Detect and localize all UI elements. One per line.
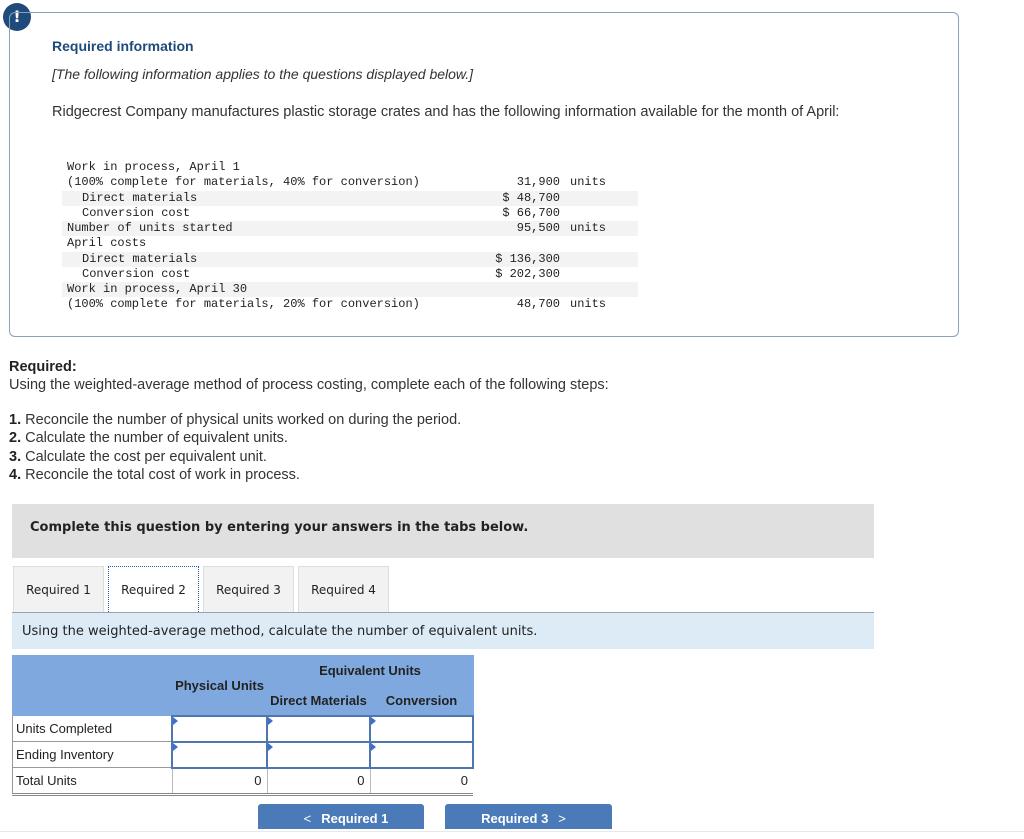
row-label: Units Completed <box>12 715 172 742</box>
tab-instruction: Using the weighted-average method, calcu… <box>12 613 874 649</box>
ledger-amount: 31,900 <box>516 175 560 190</box>
ledger-amount: $ 48,700 <box>502 190 560 205</box>
ledger-label: Direct materials <box>82 190 198 205</box>
ledger-amount: 95,500 <box>516 221 560 235</box>
input-marker-icon <box>173 742 178 751</box>
ledger-row: Conversion cost $ 202,300 <box>62 267 638 282</box>
footer-divider <box>0 831 1024 832</box>
step-item: 2. Calculate the number of equivalent un… <box>9 429 461 447</box>
ending-inventory-materials-input[interactable] <box>266 740 371 769</box>
required-text: Using the weighted-average method of pro… <box>9 377 609 393</box>
step-text: Calculate the number of equivalent units… <box>21 430 288 447</box>
next-button-label: Required 3 <box>481 811 549 826</box>
step-item: 4. Reconcile the total cost of work in p… <box>9 466 461 484</box>
required-heading: Required: <box>9 359 77 375</box>
ledger-amount: $ 202,300 <box>495 266 560 281</box>
table-row-total-units: Total Units 0 0 0 <box>12 766 473 796</box>
prev-required-1-button[interactable]: < Required 1 <box>258 804 424 829</box>
step-item: 1. Reconcile the number of physical unit… <box>9 411 461 429</box>
step-text: Calculate the cost per equivalent unit. <box>21 448 267 465</box>
ledger-label: April costs <box>67 236 147 251</box>
units-completed-conversion-field[interactable] <box>371 717 472 740</box>
equivalent-units-table: Physical Units Equivalent Units Direct M… <box>12 655 474 796</box>
ending-inventory-physical-field[interactable] <box>173 743 266 766</box>
tab-required-3[interactable]: Required 3 <box>203 566 294 612</box>
step-number: 3. <box>9 448 22 465</box>
ending-inventory-conversion-field[interactable] <box>371 743 472 766</box>
table-row-units-completed: Units Completed <box>12 714 474 743</box>
ledger-row: (100% complete for materials, 40% for co… <box>62 175 638 190</box>
ledger-row: April costs <box>62 236 638 251</box>
table-row-ending-inventory: Ending Inventory <box>12 740 474 769</box>
info-description: Ridgecrest Company manufactures plastic … <box>52 104 840 120</box>
info-subtitle: [The following information applies to th… <box>52 66 474 82</box>
total-conversion-value: 0 <box>369 766 473 796</box>
tab-required-4[interactable]: Required 4 <box>298 566 389 612</box>
input-marker-icon <box>371 716 376 725</box>
ledger-row: Direct materials $ 136,300 <box>62 251 638 267</box>
ledger-unit: units <box>570 175 607 190</box>
step-number: 4. <box>9 466 22 483</box>
instruction-text: Using the weighted-average method, calcu… <box>22 624 538 639</box>
chevron-right-icon: > <box>558 811 566 826</box>
ledger-label: Work in process, April 1 <box>67 160 240 174</box>
ledger-amount: $ 66,700 <box>502 205 560 220</box>
ledger-table: Work in process, April 1 (100% complete … <box>62 160 638 313</box>
ledger-label: Direct materials <box>82 251 198 266</box>
units-completed-physical-input[interactable] <box>171 714 268 743</box>
next-required-3-button[interactable]: Required 3 > <box>445 804 612 829</box>
ledger-row: Direct materials $ 48,700 <box>62 190 638 206</box>
step-number: 1. <box>9 412 22 428</box>
units-completed-conversion-input[interactable] <box>369 714 474 743</box>
total-materials-value: 0 <box>266 766 370 796</box>
ending-inventory-materials-field[interactable] <box>268 743 369 766</box>
units-completed-physical-field[interactable] <box>173 717 266 740</box>
header-physical-units: Physical Units <box>171 655 268 716</box>
ledger-row: Conversion cost $ 66,700 <box>62 206 638 221</box>
header-conversion: Conversion <box>369 685 474 716</box>
input-marker-icon <box>268 716 273 725</box>
ledger-label: Work in process, April 30 <box>67 282 248 296</box>
ledger-row: Number of units started 95,500 units <box>62 221 638 237</box>
ledger-row: Work in process, April 1 <box>62 160 638 175</box>
step-item: 3. Calculate the cost per equivalent uni… <box>9 448 461 466</box>
header-equivalent-units: Equivalent Units <box>266 655 474 686</box>
ledger-label: (100% complete for materials, 40% for co… <box>67 175 420 190</box>
banner-text: Complete this question by entering your … <box>30 520 529 535</box>
chevron-left-icon: < <box>303 811 312 826</box>
step-text: Reconcile the number of physical units w… <box>21 412 462 428</box>
step-number: 2. <box>9 430 22 447</box>
ledger-unit: units <box>570 221 607 235</box>
ledger-label: Number of units started <box>67 221 233 235</box>
ledger-label: Conversion cost <box>82 205 191 220</box>
ledger-label: (100% complete for materials, 20% for co… <box>67 297 420 312</box>
instructions-banner: Complete this question by entering your … <box>12 504 874 558</box>
ledger-row: (100% complete for materials, 20% for co… <box>62 297 638 312</box>
input-marker-icon <box>173 716 178 725</box>
input-marker-icon <box>268 742 273 751</box>
ledger-unit: units <box>570 297 607 312</box>
units-completed-materials-input[interactable] <box>266 714 371 743</box>
ending-inventory-physical-input[interactable] <box>171 740 268 769</box>
header-direct-materials: Direct Materials <box>266 685 371 716</box>
row-label: Total Units <box>12 767 172 796</box>
step-text: Reconcile the total cost of work in proc… <box>21 466 300 483</box>
ledger-amount: $ 136,300 <box>495 251 560 266</box>
header-blank <box>12 655 173 716</box>
total-physical-value: 0 <box>171 766 267 796</box>
row-label: Ending Inventory <box>12 741 172 768</box>
ledger-row: Work in process, April 30 <box>62 282 638 298</box>
steps-list: 1. Reconcile the number of physical unit… <box>9 411 461 484</box>
info-title: Required information <box>52 38 194 54</box>
units-completed-materials-field[interactable] <box>268 717 369 740</box>
prev-button-label: Required 1 <box>321 811 389 826</box>
input-marker-icon <box>371 742 376 751</box>
ledger-label: Conversion cost <box>82 266 191 281</box>
tab-required-1[interactable]: Required 1 <box>13 566 104 612</box>
tab-required-2[interactable]: Required 2 <box>108 566 199 614</box>
ending-inventory-conversion-input[interactable] <box>369 740 474 769</box>
ledger-amount: 48,700 <box>516 297 560 312</box>
